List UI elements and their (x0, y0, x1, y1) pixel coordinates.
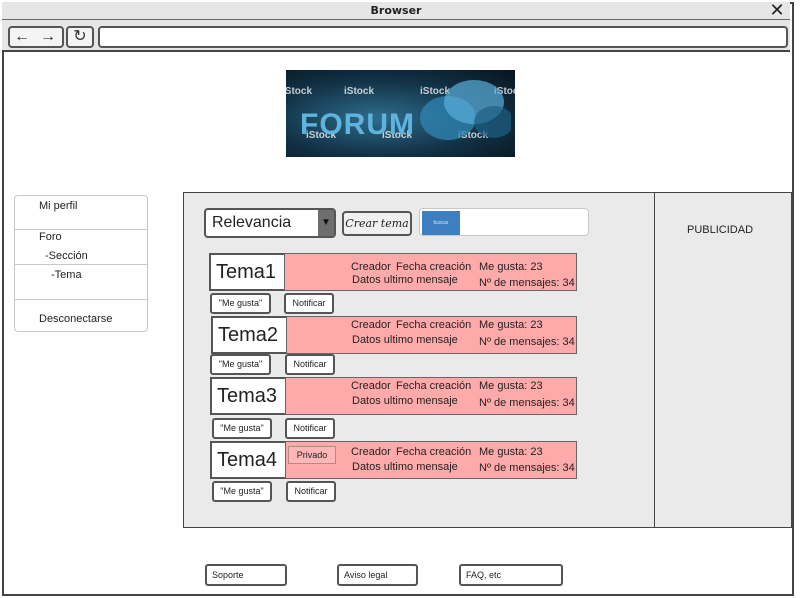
topic-title[interactable]: Tema4 (210, 441, 287, 479)
topic-info-bar[interactable]: Creador Fecha creación Datos ultimo mens… (284, 253, 577, 291)
topic-date: Fecha creación (396, 380, 472, 392)
menu-divider (15, 229, 147, 230)
topic-likes: Me gusta: 23 (479, 319, 543, 331)
topic-last-message: Datos ultimo mensaje (352, 334, 458, 346)
topic-likes: Me gusta: 23 (479, 261, 543, 273)
sidebar-item-foro[interactable]: Foro (39, 231, 62, 243)
sidebar-item-mi-perfil[interactable]: Mi perfil (39, 200, 78, 212)
title-bar: Browser ✕ (2, 2, 790, 20)
notify-button[interactable]: Notificar (285, 354, 335, 375)
footer-link-faq[interactable]: FAQ, etc (459, 564, 563, 586)
topic-info-bar[interactable]: Privado Creador Fecha creación Datos ult… (285, 441, 577, 479)
sidebar-item-tema[interactable]: -Tema (51, 269, 82, 281)
topic-last-message: Datos ultimo mensaje (352, 274, 458, 286)
topic-last-message: Datos ultimo mensaje (352, 461, 458, 473)
like-button[interactable]: "Me gusta" (212, 418, 272, 439)
window-title: Browser (370, 4, 422, 17)
search-button[interactable]: buscar (422, 211, 460, 235)
sidebar-item-desconectarse[interactable]: Desconectarse (39, 313, 112, 325)
ad-label: PUBLICIDAD (687, 224, 754, 236)
search-input[interactable]: buscar (419, 208, 589, 236)
topic-messages: Nº de mensajes: 34 (479, 336, 575, 348)
forward-arrow-icon[interactable]: → (40, 28, 56, 46)
menu-divider (15, 299, 147, 300)
sidebar-item-seccion[interactable]: -Sección (45, 250, 88, 262)
forum-banner: iStock iStock iStock iStock iStock iStoc… (286, 70, 515, 157)
notify-button[interactable]: Notificar (285, 418, 335, 439)
menu-divider (15, 264, 147, 265)
topic-creator: Creador (351, 446, 391, 458)
sort-selected-value: Relevancia (212, 214, 292, 231)
create-topic-button[interactable]: Crear tema (342, 211, 412, 236)
banner-watermark: iStock (344, 86, 375, 97)
topic-title[interactable]: Tema2 (211, 316, 288, 354)
topic-creator: Creador (351, 319, 391, 331)
like-button[interactable]: "Me gusta" (210, 354, 271, 375)
topic-likes: Me gusta: 23 (479, 446, 543, 458)
chevron-down-icon: ▼ (318, 210, 334, 236)
private-badge: Privado (288, 446, 336, 464)
topic-messages: Nº de mensajes: 34 (479, 462, 575, 474)
reload-button[interactable]: ↻ (66, 26, 94, 48)
topic-info-bar[interactable]: Creador Fecha creación Datos ultimo mens… (286, 316, 577, 354)
topic-messages: Nº de mensajes: 34 (479, 397, 575, 409)
notify-button[interactable]: Notificar (286, 481, 336, 502)
like-button[interactable]: "Me gusta" (212, 481, 272, 502)
topic-likes: Me gusta: 23 (479, 380, 543, 392)
topic-creator: Creador (351, 380, 391, 392)
back-arrow-icon[interactable]: ← (14, 28, 30, 46)
topic-last-message: Datos ultimo mensaje (352, 395, 458, 407)
topic-date: Fecha creación (396, 319, 472, 331)
topic-info-bar[interactable]: Creador Fecha creación Datos ultimo mens… (285, 377, 577, 415)
topic-creator: Creador (351, 261, 391, 273)
sidebar-menu: Mi perfil Foro -Sección -Tema Desconecta… (14, 195, 148, 332)
topic-title[interactable]: Tema1 (209, 253, 286, 291)
topic-date: Fecha creación (396, 446, 472, 458)
reload-icon: ↻ (73, 28, 87, 45)
footer-link-aviso-legal[interactable]: Aviso legal (337, 564, 418, 586)
banner-watermark: iStock (286, 86, 313, 97)
topic-date: Fecha creación (396, 261, 472, 273)
nav-buttons: ← → (8, 26, 64, 48)
browser-toolbar: ← → ↻ (2, 20, 790, 52)
close-icon[interactable]: ✕ (768, 2, 786, 20)
like-button[interactable]: "Me gusta" (210, 293, 271, 314)
speech-bubbles-icon (420, 80, 511, 140)
url-input[interactable] (98, 26, 788, 48)
notify-button[interactable]: Notificar (284, 293, 334, 314)
topic-title[interactable]: Tema3 (210, 377, 287, 415)
topic-messages: Nº de mensajes: 34 (479, 277, 575, 289)
sort-select[interactable]: Relevancia ▼ (204, 208, 336, 238)
banner-title: FORUM (300, 108, 415, 141)
footer-link-soporte[interactable]: Soporte (205, 564, 287, 586)
ad-panel: PUBLICIDAD (654, 192, 792, 528)
